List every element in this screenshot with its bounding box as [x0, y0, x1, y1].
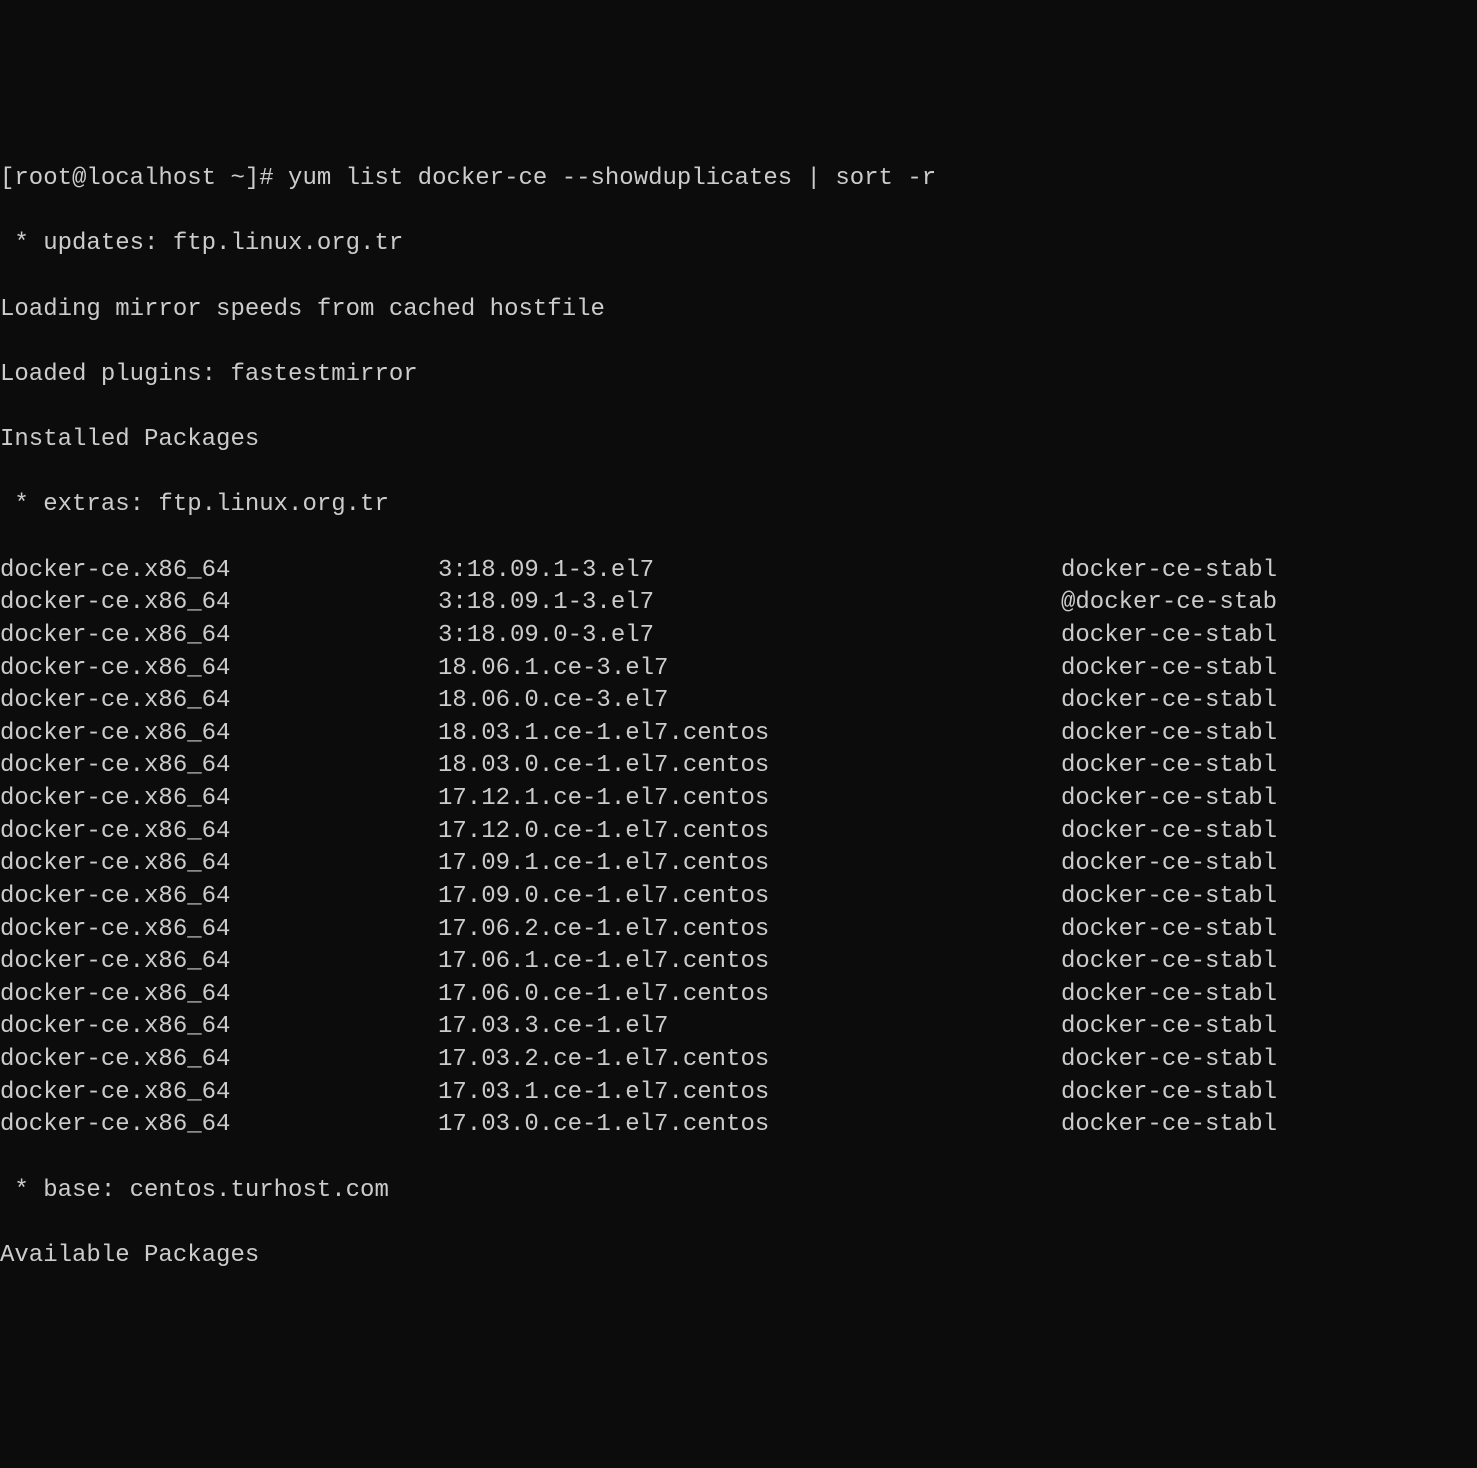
package-row: docker-ce.x86_6417.06.1.ce-1.el7.centosd…: [0, 946, 1477, 979]
package-row: docker-ce.x86_6418.06.1.ce-3.el7docker-c…: [0, 653, 1477, 686]
mirror-updates-line: * updates: ftp.linux.org.tr: [0, 228, 1477, 261]
package-version: 17.06.0.ce-1.el7.centos: [438, 979, 1061, 1012]
package-row: docker-ce.x86_6417.09.1.ce-1.el7.centosd…: [0, 848, 1477, 881]
package-row: docker-ce.x86_643:18.09.0-3.el7docker-ce…: [0, 620, 1477, 653]
available-packages-header: Available Packages: [0, 1240, 1477, 1273]
package-version: 17.06.1.ce-1.el7.centos: [438, 946, 1061, 979]
package-row: docker-ce.x86_6418.06.0.ce-3.el7docker-c…: [0, 685, 1477, 718]
loaded-plugins-line: Loaded plugins: fastestmirror: [0, 359, 1477, 392]
package-version: 17.12.0.ce-1.el7.centos: [438, 816, 1061, 849]
package-repo: docker-ce-stabl: [1061, 718, 1277, 751]
loading-mirror-line: Loading mirror speeds from cached hostfi…: [0, 294, 1477, 327]
package-name: docker-ce.x86_64: [0, 718, 438, 751]
package-version: 17.09.0.ce-1.el7.centos: [438, 881, 1061, 914]
package-repo: docker-ce-stabl: [1061, 783, 1277, 816]
package-name: docker-ce.x86_64: [0, 653, 438, 686]
mirror-base-line: * base: centos.turhost.com: [0, 1175, 1477, 1208]
package-name: docker-ce.x86_64: [0, 946, 438, 979]
package-row: docker-ce.x86_6417.06.0.ce-1.el7.centosd…: [0, 979, 1477, 1012]
package-name: docker-ce.x86_64: [0, 620, 438, 653]
package-row: docker-ce.x86_6418.03.1.ce-1.el7.centosd…: [0, 718, 1477, 751]
package-name: docker-ce.x86_64: [0, 848, 438, 881]
package-row: docker-ce.x86_6417.03.3.ce-1.el7docker-c…: [0, 1011, 1477, 1044]
package-repo: docker-ce-stabl: [1061, 946, 1277, 979]
package-name: docker-ce.x86_64: [0, 1044, 438, 1077]
package-version: 17.06.2.ce-1.el7.centos: [438, 914, 1061, 947]
package-version: 3:18.09.0-3.el7: [438, 620, 1061, 653]
package-version: 18.03.0.ce-1.el7.centos: [438, 750, 1061, 783]
package-name: docker-ce.x86_64: [0, 1109, 438, 1142]
package-name: docker-ce.x86_64: [0, 587, 438, 620]
package-row: docker-ce.x86_6417.03.1.ce-1.el7.centosd…: [0, 1077, 1477, 1110]
package-name: docker-ce.x86_64: [0, 914, 438, 947]
package-row: docker-ce.x86_6417.12.1.ce-1.el7.centosd…: [0, 783, 1477, 816]
package-repo: docker-ce-stabl: [1061, 1011, 1277, 1044]
installed-packages-header: Installed Packages: [0, 424, 1477, 457]
package-row: docker-ce.x86_643:18.09.1-3.el7docker-ce…: [0, 555, 1477, 588]
package-repo: docker-ce-stabl: [1061, 555, 1277, 588]
package-name: docker-ce.x86_64: [0, 881, 438, 914]
package-version: 17.03.1.ce-1.el7.centos: [438, 1077, 1061, 1110]
package-repo: docker-ce-stabl: [1061, 979, 1277, 1012]
package-row: docker-ce.x86_6418.03.0.ce-1.el7.centosd…: [0, 750, 1477, 783]
package-version: 17.12.1.ce-1.el7.centos: [438, 783, 1061, 816]
package-repo: docker-ce-stabl: [1061, 914, 1277, 947]
package-repo: docker-ce-stabl: [1061, 750, 1277, 783]
package-version: 17.03.2.ce-1.el7.centos: [438, 1044, 1061, 1077]
package-row: docker-ce.x86_643:18.09.1-3.el7@docker-c…: [0, 587, 1477, 620]
package-repo: docker-ce-stabl: [1061, 685, 1277, 718]
package-name: docker-ce.x86_64: [0, 816, 438, 849]
package-row: docker-ce.x86_6417.06.2.ce-1.el7.centosd…: [0, 914, 1477, 947]
package-repo: docker-ce-stabl: [1061, 620, 1277, 653]
mirror-extras-line: * extras: ftp.linux.org.tr: [0, 489, 1477, 522]
package-name: docker-ce.x86_64: [0, 1077, 438, 1110]
package-version: 18.06.1.ce-3.el7: [438, 653, 1061, 686]
package-repo: docker-ce-stabl: [1061, 653, 1277, 686]
package-name: docker-ce.x86_64: [0, 685, 438, 718]
package-repo: docker-ce-stabl: [1061, 1077, 1277, 1110]
package-repo: docker-ce-stabl: [1061, 816, 1277, 849]
package-repo: docker-ce-stabl: [1061, 1109, 1277, 1142]
package-name: docker-ce.x86_64: [0, 555, 438, 588]
package-version: 3:18.09.1-3.el7: [438, 555, 1061, 588]
package-repo: docker-ce-stabl: [1061, 848, 1277, 881]
package-repo: docker-ce-stabl: [1061, 881, 1277, 914]
package-repo: @docker-ce-stab: [1061, 587, 1277, 620]
package-version: 3:18.09.1-3.el7: [438, 587, 1061, 620]
package-version: 18.03.1.ce-1.el7.centos: [438, 718, 1061, 751]
package-name: docker-ce.x86_64: [0, 979, 438, 1012]
terminal-output: [root@localhost ~]# yum list docker-ce -…: [0, 131, 1477, 1306]
package-row: docker-ce.x86_6417.12.0.ce-1.el7.centosd…: [0, 816, 1477, 849]
package-row: docker-ce.x86_6417.03.0.ce-1.el7.centosd…: [0, 1109, 1477, 1142]
package-name: docker-ce.x86_64: [0, 783, 438, 816]
package-list: docker-ce.x86_643:18.09.1-3.el7docker-ce…: [0, 555, 1477, 1142]
package-version: 17.09.1.ce-1.el7.centos: [438, 848, 1061, 881]
package-name: docker-ce.x86_64: [0, 1011, 438, 1044]
package-row: docker-ce.x86_6417.03.2.ce-1.el7.centosd…: [0, 1044, 1477, 1077]
package-name: docker-ce.x86_64: [0, 750, 438, 783]
package-version: 17.03.3.ce-1.el7: [438, 1011, 1061, 1044]
package-row: docker-ce.x86_6417.09.0.ce-1.el7.centosd…: [0, 881, 1477, 914]
package-version: 18.06.0.ce-3.el7: [438, 685, 1061, 718]
command-prompt: [root@localhost ~]# yum list docker-ce -…: [0, 163, 1477, 196]
package-version: 17.03.0.ce-1.el7.centos: [438, 1109, 1061, 1142]
package-repo: docker-ce-stabl: [1061, 1044, 1277, 1077]
